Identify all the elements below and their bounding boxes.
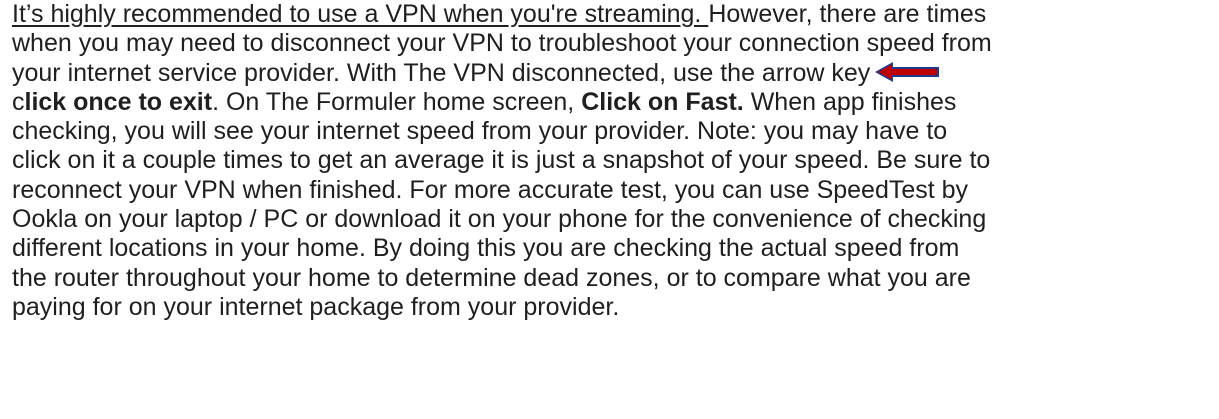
text-line-9: different locations in your home. By doi… <box>12 234 960 263</box>
text-line-6: click on it a couple times to get an ave… <box>12 146 991 175</box>
line-4-middle: . On The Formuler home screen, <box>212 87 582 116</box>
text-line-5: checking, you will see your internet spe… <box>12 117 948 146</box>
text-line-8: Ookla on your laptop / PC or download it… <box>12 205 987 234</box>
text-line-11: paying for on your internet package from… <box>12 292 620 321</box>
line-3-text: your internet service provider. With The… <box>12 58 871 87</box>
document-page: It’s highly recommended to use a VPN whe… <box>0 0 1219 419</box>
vpn-recommendation-link[interactable]: It’s highly recommended to use a VPN whe… <box>12 0 708 28</box>
text-line-7: reconnect your VPN when finished. For mo… <box>12 175 969 204</box>
text-line-4: click once to exit. On The Formuler home… <box>12 88 1217 117</box>
line-1-text: However, there are times <box>708 0 987 28</box>
text-line-2: when you may need to disconnect your VPN… <box>12 29 992 58</box>
left-arrow-icon <box>875 61 940 82</box>
text-line-3: your internet service provider. With The… <box>12 59 1217 88</box>
click-on-fast-text: Click on Fast. <box>581 87 744 116</box>
line-4-rest: When app finishes <box>743 87 957 116</box>
body-paragraph: It’s highly recommended to use a VPN whe… <box>12 0 1217 322</box>
text-line-10: the router throughout your home to deter… <box>12 263 971 292</box>
line-4-c: c <box>12 87 25 116</box>
text-line-1: It’s highly recommended to use a VPN whe… <box>12 0 1217 29</box>
click-once-to-exit-text: lick once to exit <box>24 87 213 116</box>
